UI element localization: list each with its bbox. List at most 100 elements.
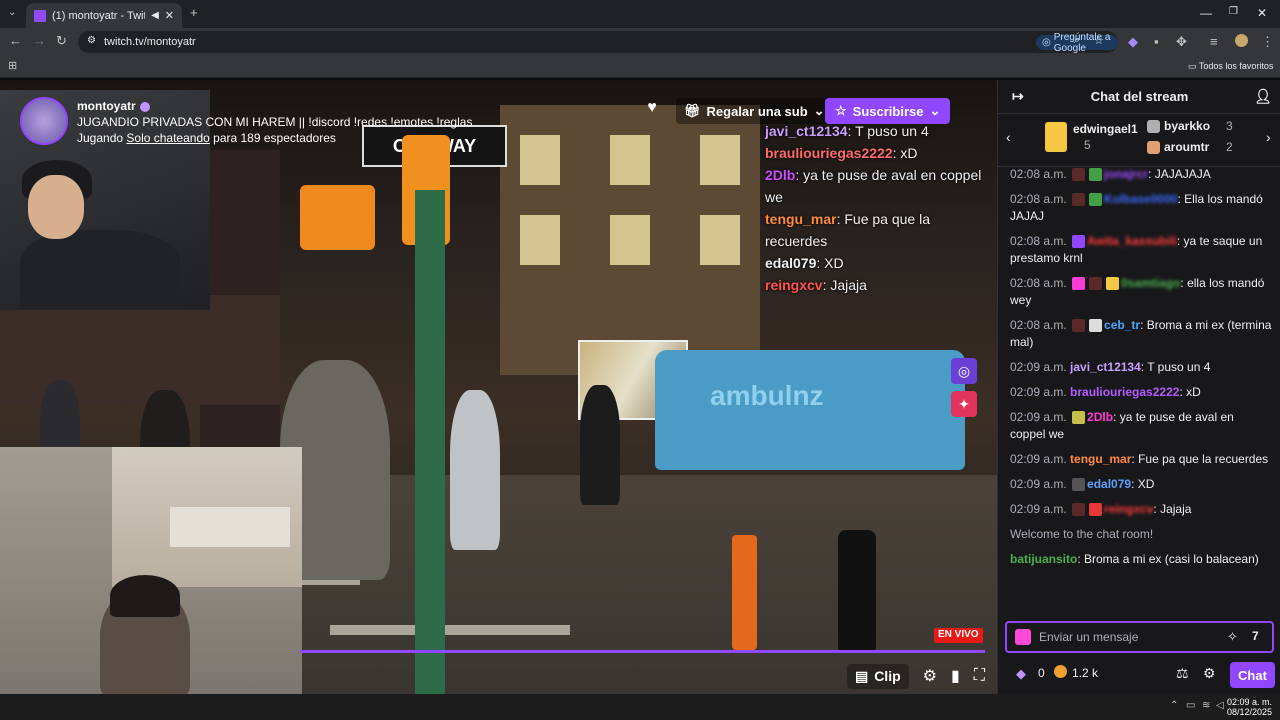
msg-user[interactable]: reingxcv bbox=[1104, 502, 1153, 516]
badge-icon bbox=[1072, 478, 1086, 492]
gifter-avatar bbox=[1147, 141, 1160, 154]
msg-user[interactable]: brauliouriegas2222 bbox=[1070, 385, 1179, 399]
gifter-name[interactable]: edwingael1 bbox=[1073, 122, 1138, 136]
window-close-icon[interactable]: ✕ bbox=[1257, 6, 1267, 20]
overlay-user: edal079 bbox=[765, 255, 817, 271]
browser-menu-icon[interactable]: ⋮ bbox=[1261, 34, 1274, 50]
welcome-message: Welcome to the chat room! bbox=[1010, 527, 1154, 541]
streamer-name[interactable]: montoyatr bbox=[77, 99, 150, 113]
window-light bbox=[700, 215, 740, 265]
chat-input[interactable]: Enviar un mensaje ✧ 7 bbox=[1005, 621, 1274, 653]
chevron-left-icon[interactable]: ‹ bbox=[1006, 129, 1011, 145]
overlay-chat-line: javi_ct12134: T puso un 4 bbox=[765, 123, 929, 139]
taskbar-clock[interactable]: 02:09 a. m. 08/12/2025 bbox=[1227, 697, 1272, 717]
msg-user[interactable]: 0samtiago bbox=[1121, 276, 1180, 290]
tab-close-icon[interactable]: ✕ bbox=[165, 9, 174, 22]
extension-panel-icon[interactable]: ✦ bbox=[951, 391, 977, 417]
profile-avatar-icon[interactable] bbox=[1235, 34, 1248, 47]
channel-points-icon[interactable] bbox=[1054, 665, 1067, 678]
msg-text: : T puso un 4 bbox=[1140, 360, 1211, 374]
msg-time: 02:09 a.m. bbox=[1010, 410, 1067, 424]
theatre-mode-icon[interactable]: ▮ bbox=[951, 666, 960, 686]
tab-search-icon[interactable]: ⌄ bbox=[8, 7, 16, 18]
msg-user[interactable]: 2Dlb bbox=[1087, 410, 1113, 424]
settings-gear-icon[interactable]: ⚙ bbox=[923, 666, 937, 686]
extension-panel-icon[interactable]: ◎ bbox=[951, 358, 977, 384]
wifi-icon[interactable]: ≋ bbox=[1202, 700, 1210, 711]
chat-message: batijuansito: Broma a mi ex (casi lo bal… bbox=[1010, 551, 1272, 568]
clip-button[interactable]: ▤ Clip bbox=[846, 663, 909, 689]
window-light bbox=[610, 215, 650, 265]
mod-tools-icon[interactable]: ⚖ bbox=[1176, 665, 1189, 682]
facecam-bottom bbox=[0, 447, 302, 697]
extension-icon[interactable]: ◆ bbox=[1128, 34, 1138, 50]
collapse-chat-icon[interactable]: ↦ bbox=[1012, 88, 1024, 105]
restore-icon[interactable]: ❐ bbox=[1229, 6, 1238, 17]
stream-title: JUGANDIO PRIVADAS CON MI HAREM || !disco… bbox=[77, 115, 473, 129]
community-icon[interactable]: 👤︎ bbox=[1254, 88, 1272, 105]
chat-identity-icon[interactable] bbox=[1015, 629, 1031, 645]
streamer-avatar[interactable] bbox=[20, 97, 68, 145]
msg-text: : JAJAJAJA bbox=[1148, 167, 1211, 181]
reading-list-icon[interactable]: ≡ bbox=[1210, 34, 1218, 49]
forward-icon[interactable]: → bbox=[33, 33, 46, 48]
lens-icon: ◎ bbox=[1042, 37, 1051, 48]
minimize-icon[interactable]: — bbox=[1200, 6, 1212, 20]
gifter-count: 2 bbox=[1226, 140, 1233, 154]
msg-user[interactable]: edal079 bbox=[1087, 477, 1131, 491]
overlay-user: javi_ct12134 bbox=[765, 123, 848, 139]
gifter-name[interactable]: byarkko bbox=[1164, 119, 1210, 133]
badge-icon bbox=[1089, 277, 1103, 291]
bookmarks-bar: ⊞ ▭ Todos los favoritos bbox=[0, 56, 1280, 78]
7tv-icon[interactable]: 7 bbox=[1252, 629, 1259, 643]
send-chat-button[interactable]: Chat bbox=[1230, 662, 1275, 688]
msg-time: 02:08 a.m. bbox=[1010, 318, 1067, 332]
zoom-icon[interactable]: ⌕ bbox=[1074, 34, 1080, 47]
new-tab-icon[interactable]: + bbox=[190, 5, 198, 20]
bookmark-star-icon[interactable]: ☆ bbox=[1094, 34, 1104, 47]
storefront-left bbox=[0, 295, 280, 405]
progress-bar bbox=[300, 650, 985, 653]
emote-picker-icon[interactable]: ✧ bbox=[1227, 629, 1238, 645]
chat-header: ↦ Chat del stream 👤︎ bbox=[998, 80, 1280, 114]
reload-icon[interactable]: ↻ bbox=[56, 33, 67, 49]
clip-label: Clip bbox=[874, 668, 901, 684]
site-info-icon[interactable]: ⚙ bbox=[87, 35, 96, 46]
chat-settings-icon[interactable]: ⚙ bbox=[1203, 665, 1216, 682]
msg-user[interactable]: tengu_mar bbox=[1070, 452, 1131, 466]
fire-hydrant bbox=[838, 530, 876, 650]
back-icon[interactable]: ← bbox=[9, 33, 22, 48]
msg-user[interactable]: Awita_kassubili bbox=[1087, 234, 1177, 248]
volume-icon[interactable]: ◁ bbox=[1216, 700, 1224, 711]
fullscreen-icon[interactable]: ⛶ bbox=[974, 667, 985, 685]
building-scene bbox=[500, 105, 760, 375]
signal-pole bbox=[415, 190, 445, 694]
overlay-text: ya te puse de aval en coppel we bbox=[765, 167, 982, 205]
gifter-name[interactable]: aroumtr bbox=[1164, 140, 1209, 154]
network-icon[interactable]: ▭ bbox=[1186, 700, 1195, 711]
window-light bbox=[700, 135, 740, 185]
mute-icon[interactable]: ◀︎ bbox=[151, 10, 159, 21]
overlay-chat-line: reingxcv: Jajaja bbox=[765, 277, 867, 293]
chevron-right-icon[interactable]: › bbox=[1266, 129, 1271, 145]
clip-icon: ▤ bbox=[854, 667, 869, 684]
msg-user[interactable]: Kolbase0000 bbox=[1104, 192, 1177, 206]
extensions-puzzle-icon[interactable]: ✥ bbox=[1176, 34, 1187, 50]
msg-user[interactable]: batijuansito bbox=[1010, 552, 1077, 566]
all-bookmarks[interactable]: ▭ Todos los favoritos bbox=[1188, 61, 1273, 72]
msg-time: 02:09 a.m. bbox=[1010, 477, 1067, 491]
tray-chevron-icon[interactable]: ⌃ bbox=[1170, 700, 1178, 711]
extension2-icon[interactable]: ▪ bbox=[1154, 34, 1159, 49]
bits-icon[interactable]: ◆ bbox=[1016, 666, 1026, 682]
msg-user[interactable]: jonajrcr bbox=[1104, 167, 1148, 181]
game-link[interactable]: Solo chateando bbox=[126, 131, 209, 145]
overlay-user: reingxcv bbox=[765, 277, 823, 293]
browser-tab[interactable]: (1) montoyatr - Twitch ◀︎ ✕ bbox=[26, 3, 182, 28]
follow-heart-icon[interactable]: ♥ bbox=[640, 99, 664, 123]
url-field[interactable]: ⚙ twitch.tv/montoyatr ◎ Pregúntale a Goog… bbox=[78, 31, 1118, 54]
msg-user[interactable]: ceb_tr bbox=[1104, 318, 1140, 332]
overlay-chat-line: tengu_mar: Fue pa que la recuerdes bbox=[765, 211, 930, 249]
van-text: ambulnz bbox=[710, 380, 824, 411]
msg-user[interactable]: javi_ct12134 bbox=[1070, 360, 1141, 374]
apps-grid-icon[interactable]: ⊞ bbox=[8, 59, 17, 72]
